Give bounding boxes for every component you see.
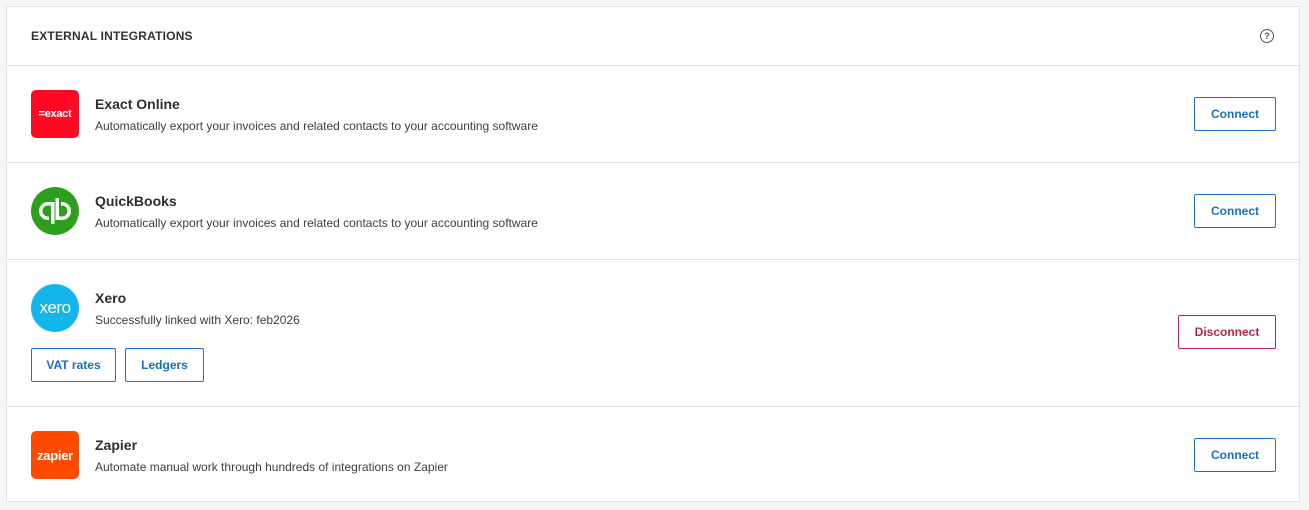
card-title: EXTERNAL INTEGRATIONS (31, 29, 193, 43)
xero-disconnect-button[interactable]: Disconnect (1178, 315, 1276, 349)
exact-online-connect-button[interactable]: Connect (1194, 97, 1276, 131)
help-icon[interactable]: ? (1260, 29, 1274, 43)
integration-main: =exact Exact Online Automatically export… (31, 66, 1275, 138)
integration-row-zapier: zapier Zapier Automate manual work throu… (7, 407, 1299, 502)
quickbooks-connect-button[interactable]: Connect (1194, 194, 1276, 228)
quickbooks-glyph-icon (39, 198, 71, 224)
integration-main: zapier Zapier Automate manual work throu… (31, 407, 1275, 479)
zapier-logo-text: zapier (37, 447, 73, 463)
integration-text: Zapier Automate manual work through hund… (95, 437, 448, 474)
exact-online-logo-text: =exact (38, 108, 72, 120)
integration-text: Xero Successfully linked with Xero: feb2… (95, 290, 300, 327)
integration-name: Xero (95, 289, 127, 306)
integration-main: xero Xero Successfully linked with Xero:… (31, 260, 1275, 332)
ledgers-button[interactable]: Ledgers (125, 348, 204, 382)
integration-description: Automatically export your invoices and r… (95, 118, 538, 133)
integration-description: Automate manual work through hundreds of… (95, 459, 448, 474)
zapier-connect-button[interactable]: Connect (1194, 438, 1276, 472)
vat-rates-button[interactable]: VAT rates (31, 348, 116, 382)
quickbooks-logo-icon (31, 187, 79, 235)
xero-settings-buttons: VAT rates Ledgers (31, 348, 1275, 382)
xero-logo-icon: xero (31, 284, 79, 332)
integration-text: Exact Online Automatically export your i… (95, 96, 538, 133)
integration-main: QuickBooks Automatically export your inv… (31, 163, 1275, 235)
xero-logo-text: xero (39, 298, 71, 317)
integrations-card: EXTERNAL INTEGRATIONS ? =exact Exact Onl… (6, 6, 1300, 502)
integration-row-exact-online: =exact Exact Online Automatically export… (7, 66, 1299, 163)
zapier-logo-icon: zapier (31, 431, 79, 479)
integration-row-quickbooks: QuickBooks Automatically export your inv… (7, 163, 1299, 260)
integration-name: QuickBooks (95, 192, 177, 209)
integration-description: Automatically export your invoices and r… (95, 215, 538, 230)
integration-text: QuickBooks Automatically export your inv… (95, 193, 538, 230)
card-header: EXTERNAL INTEGRATIONS ? (7, 7, 1299, 66)
integration-description: Successfully linked with Xero: feb2026 (95, 312, 300, 327)
integration-name: Zapier (95, 436, 138, 453)
integration-row-xero: xero Xero Successfully linked with Xero:… (7, 260, 1299, 407)
integration-name: Exact Online (95, 95, 180, 112)
exact-online-logo-icon: =exact (31, 90, 79, 138)
